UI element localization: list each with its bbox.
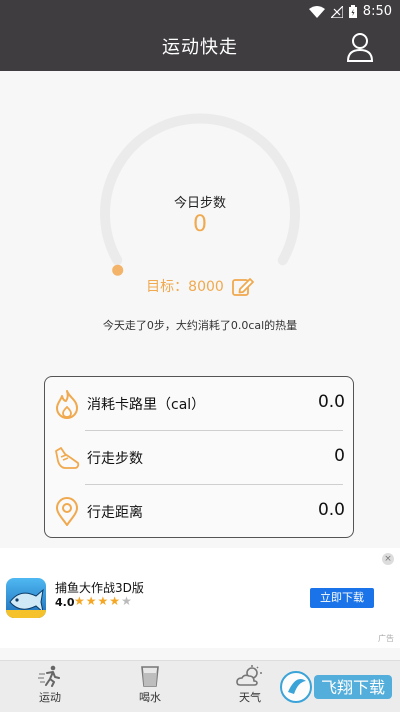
nav-label: 喝水	[139, 691, 161, 704]
stat-value: 0	[334, 446, 345, 466]
download-button[interactable]: 立即下载	[310, 588, 374, 608]
gauge-progress-dot	[112, 264, 124, 276]
star-icon: ★	[85, 594, 98, 608]
stat-row-steps: 行走步数 0	[45, 431, 353, 485]
nav-label: 运动	[39, 691, 61, 704]
goal-row: 目标：8000	[0, 276, 400, 297]
stat-value: 0.0	[317, 500, 345, 520]
signal-icon	[330, 5, 343, 18]
user-icon[interactable]	[346, 32, 374, 62]
app-bar: 运动快走	[0, 24, 400, 71]
nav-item-weather[interactable]: 天气	[220, 665, 280, 705]
fish-icon	[6, 588, 46, 618]
nav-item-sport[interactable]: 运动	[20, 665, 80, 705]
stat-label: 消耗卡路里（cal）	[87, 397, 206, 413]
ad-tag: 广告	[378, 634, 394, 643]
steps-title: 今日步数	[173, 196, 226, 211]
run-icon	[38, 665, 60, 687]
status-bar: 8:50	[0, 0, 400, 24]
watermark: 飞翔下载	[280, 671, 392, 703]
wifi-icon	[308, 5, 325, 18]
ad-app-icon[interactable]	[6, 578, 46, 618]
star-icon: ★	[74, 594, 86, 608]
stat-row-calories: 消耗卡路里（cal） 0.0	[45, 377, 353, 431]
ad-star-rating: ★★★★★	[74, 594, 133, 608]
stat-label: 行走步数	[87, 451, 143, 467]
ad-close-icon[interactable]: ×	[382, 553, 394, 565]
star-icon: ★	[97, 594, 110, 608]
page-title: 运动快走	[162, 37, 238, 58]
stats-card: 消耗卡路里（cal） 0.0 行走步数 0 行走距离 0.0	[44, 376, 354, 538]
gauge-track	[100, 113, 300, 266]
watermark-text: 飞翔下载	[321, 678, 385, 697]
stat-row-distance: 行走距离 0.0	[45, 485, 353, 539]
location-pin-icon	[56, 497, 78, 526]
flame-icon	[56, 390, 78, 419]
goal-label: 目标：8000	[146, 279, 224, 295]
star-icon: ★	[109, 594, 122, 608]
main-content: 今日步数 0 目标：8000 今天走了0步，大约消耗了0.0cal的热量 消耗卡…	[0, 71, 400, 541]
summary-text: 今天走了0步，大约消耗了0.0cal的热量	[102, 319, 298, 332]
stat-value: 0.0	[317, 392, 345, 412]
battery-icon	[348, 5, 357, 18]
cup-icon	[141, 666, 159, 687]
nav-item-water[interactable]: 喝水	[120, 665, 180, 705]
ad-rating: 4.0	[55, 596, 75, 609]
edit-goal-icon[interactable]	[231, 277, 254, 297]
status-time: 8:50	[362, 4, 392, 19]
shoe-icon	[55, 447, 80, 469]
weather-icon	[236, 665, 262, 686]
stat-label: 行走距离	[87, 505, 143, 521]
star-empty-icon: ★	[121, 594, 133, 608]
steps-value: 0	[193, 212, 207, 237]
status-icons: 8:50	[308, 4, 392, 19]
ad-banner[interactable]: × 捕鱼大作战3D版 4.0 ★★★★★ 立即下载 广告	[0, 548, 400, 648]
nav-label: 天气	[239, 691, 261, 704]
